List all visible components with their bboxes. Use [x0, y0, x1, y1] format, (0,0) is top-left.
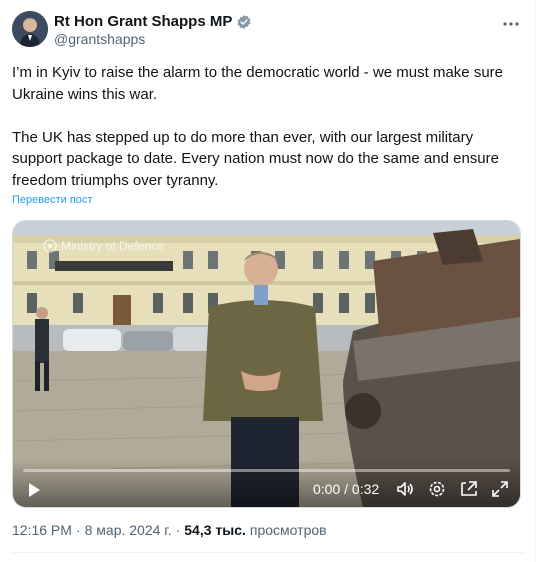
tweet-paragraph-2: The UK has stepped up to do more than ev…	[12, 128, 499, 189]
tweet-meta: 12:16 PM · 8 мар. 2024 г. · 54,3 тыс. пр…	[12, 522, 327, 538]
video-player[interactable]: Ministry of Defence 0:00 / 0:32	[12, 220, 521, 508]
watermark-text: Ministry of Defence	[61, 239, 164, 253]
crest-icon	[43, 239, 57, 253]
tweet-time[interactable]: 12:16 PM	[12, 522, 72, 538]
volume-icon[interactable]	[395, 479, 415, 499]
translate-link[interactable]: Перевести пост	[12, 194, 92, 206]
pip-icon[interactable]	[459, 479, 479, 499]
tweet-header: Rt Hon Grant Shapps MP @grantshapps	[12, 11, 524, 49]
right-border	[535, 0, 544, 562]
separator: ·	[75, 522, 81, 538]
progress-bar[interactable]	[23, 469, 510, 472]
divider	[12, 552, 524, 553]
video-watermark: Ministry of Defence	[43, 239, 164, 253]
more-options-icon[interactable]	[502, 15, 520, 33]
fullscreen-icon[interactable]	[490, 479, 510, 499]
separator: ·	[175, 522, 181, 538]
avatar[interactable]	[12, 11, 48, 47]
author-handle[interactable]: @grantshapps	[54, 31, 145, 47]
tweet-text: I’m in Kyiv to raise the alarm to the de…	[12, 62, 522, 191]
author-name[interactable]: Rt Hon Grant Shapps MP	[54, 13, 232, 30]
verified-badge-icon	[236, 14, 252, 30]
video-controls: 0:00 / 0:32	[13, 459, 520, 507]
views-count[interactable]: 54,3 тыс.	[184, 522, 246, 538]
tweet-date[interactable]: 8 мар. 2024 г.	[85, 522, 172, 538]
play-icon[interactable]	[25, 481, 43, 499]
tweet-paragraph-1: I’m in Kyiv to raise the alarm to the de…	[12, 64, 504, 103]
video-time: 0:00 / 0:32	[313, 481, 380, 497]
settings-icon[interactable]	[427, 479, 447, 499]
views-label: просмотров	[249, 522, 327, 538]
